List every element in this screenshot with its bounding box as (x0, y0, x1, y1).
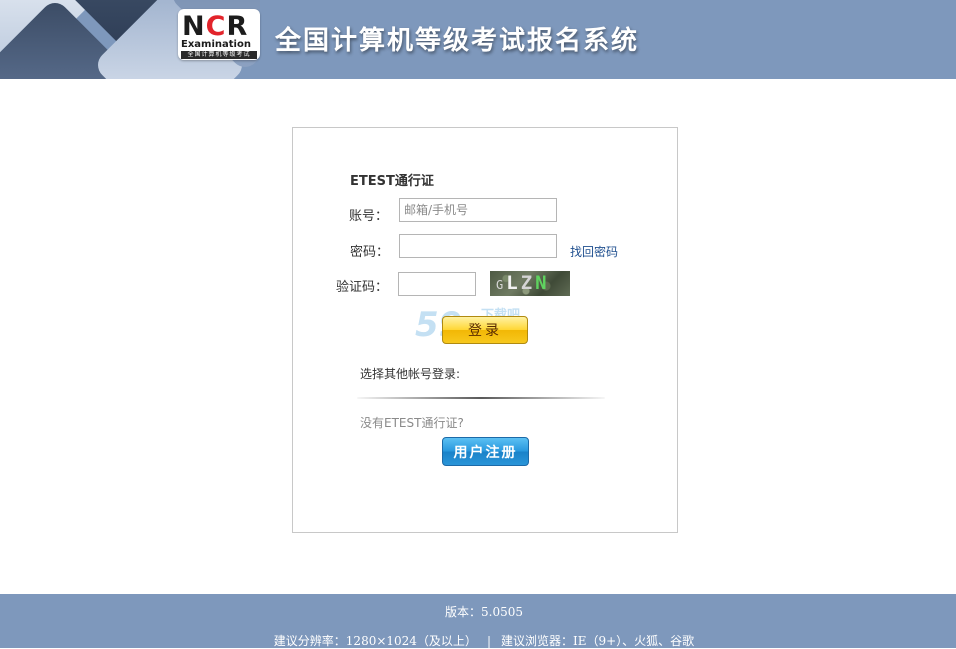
logo-tagline: 全国计算机等级考试 (181, 51, 257, 59)
other-login-label: 选择其他帐号登录: (360, 367, 461, 381)
captcha-char: N (535, 272, 550, 294)
captcha-input[interactable] (398, 272, 476, 296)
footer-separator: | (486, 634, 491, 648)
version-text: 版本：5.0505 (445, 605, 523, 619)
logo-word: Examination (181, 39, 251, 50)
login-panel-title: ETEST通行证 (350, 174, 434, 189)
footer-bar: 版本：5.0505 建议分辨率：1280×1024（及以上） | 建议浏览器：IE（… (0, 594, 956, 648)
captcha-image[interactable]: GLZN (490, 271, 570, 296)
captcha-char: Z (520, 272, 536, 294)
divider (357, 397, 605, 399)
account-label: 账号： (349, 209, 389, 224)
login-button[interactable]: 登录 (442, 316, 528, 344)
logo-letter-c: C (205, 11, 227, 42)
logo-letter-n: N (182, 11, 206, 42)
captcha-label: 验证码： (336, 280, 389, 295)
forgot-password-link[interactable]: 找回密码 (570, 243, 618, 260)
ncre-logo: NCR Examination 全国计算机等级考试 (178, 9, 260, 60)
password-input[interactable] (399, 234, 557, 258)
register-button[interactable]: 用户注册 (442, 437, 529, 466)
resolution-hint: 建议分辨率：1280×1024（及以上） (273, 634, 477, 648)
footer-info: 建议分辨率：1280×1024（及以上） | 建议浏览器：IE（9+）、火狐、谷歌 (0, 632, 956, 649)
browser-hint: 建议浏览器：IE（9+）、火狐、谷歌 (500, 634, 695, 648)
logo-mark: NCR (182, 12, 248, 42)
captcha-char: G (496, 278, 507, 292)
login-panel: ETEST通行证 账号： 密码： 找回密码 验证码： GLZN 59 下载吧 c… (292, 127, 678, 533)
logo-letter-r: R (226, 11, 249, 42)
page-title: 全国计算机等级考试报名系统 (275, 26, 640, 56)
password-label: 密码： (350, 245, 390, 260)
account-input[interactable] (399, 198, 557, 222)
header-bar: NCR Examination 全国计算机等级考试 全国计算机等级考试报名系统 (0, 0, 956, 79)
no-account-text: 没有ETEST通行证? (360, 416, 464, 430)
captcha-char: L (506, 272, 521, 294)
captcha-text: GLZN (496, 272, 550, 296)
